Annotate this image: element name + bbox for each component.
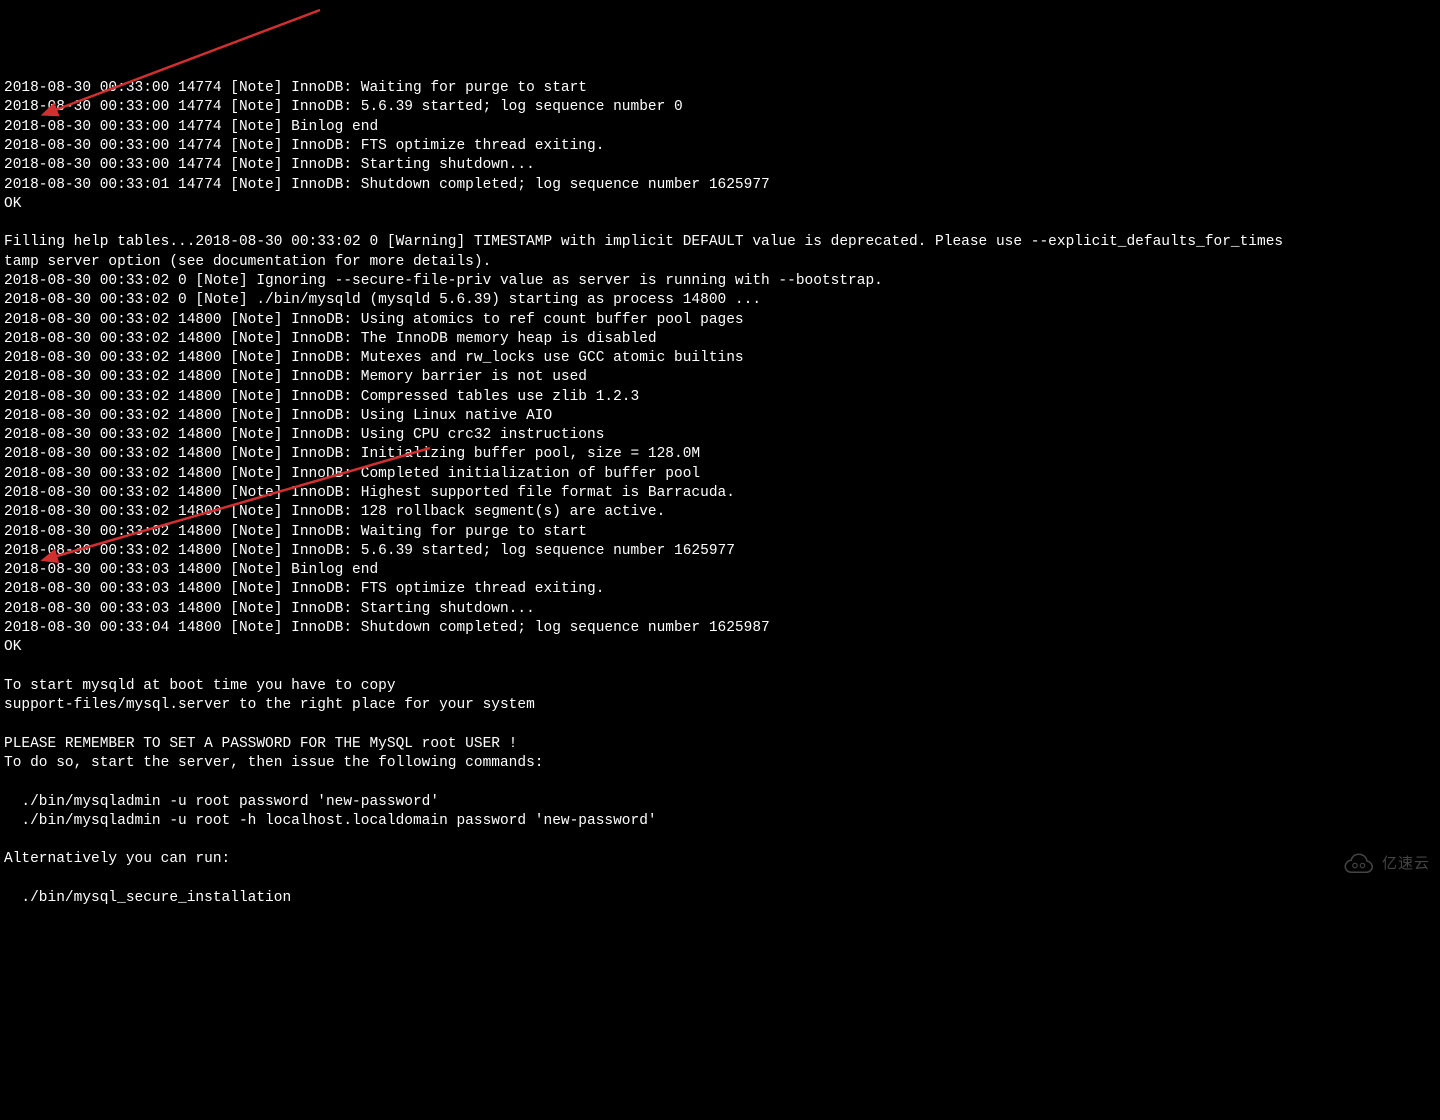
terminal-line: 2018-08-30 00:33:02 14800 [Note] InnoDB:… bbox=[4, 311, 1436, 330]
terminal-line: 2018-08-30 00:33:03 14800 [Note] Binlog … bbox=[4, 561, 1436, 580]
terminal-line: support-files/mysql.server to the right … bbox=[4, 696, 1436, 715]
terminal-line: OK bbox=[4, 638, 1436, 657]
terminal-line: To do so, start the server, then issue t… bbox=[4, 754, 1436, 773]
terminal-line bbox=[4, 715, 1436, 734]
terminal-line: 2018-08-30 00:33:02 0 [Note] Ignoring --… bbox=[4, 272, 1436, 291]
terminal-line: 2018-08-30 00:33:02 0 [Note] ./bin/mysql… bbox=[4, 291, 1436, 310]
terminal-line: 2018-08-30 00:33:02 14800 [Note] InnoDB:… bbox=[4, 388, 1436, 407]
terminal-line: 2018-08-30 00:33:01 14774 [Note] InnoDB:… bbox=[4, 176, 1436, 195]
terminal-line: 2018-08-30 00:33:02 14800 [Note] InnoDB:… bbox=[4, 542, 1436, 561]
watermark-text: 亿速云 bbox=[1382, 854, 1430, 874]
terminal-line bbox=[4, 658, 1436, 677]
terminal-line bbox=[4, 773, 1436, 792]
terminal-line: ./bin/mysqladmin -u root -h localhost.lo… bbox=[4, 812, 1436, 831]
terminal-line: 2018-08-30 00:33:02 14800 [Note] InnoDB:… bbox=[4, 523, 1436, 542]
terminal-line: tamp server option (see documentation fo… bbox=[4, 253, 1436, 272]
terminal-line: 2018-08-30 00:33:02 14800 [Note] InnoDB:… bbox=[4, 445, 1436, 464]
terminal-line: To start mysqld at boot time you have to… bbox=[4, 677, 1436, 696]
terminal-line: 2018-08-30 00:33:02 14800 [Note] InnoDB:… bbox=[4, 503, 1436, 522]
terminal-line: 2018-08-30 00:33:02 14800 [Note] InnoDB:… bbox=[4, 349, 1436, 368]
terminal-line: 2018-08-30 00:33:00 14774 [Note] Binlog … bbox=[4, 118, 1436, 137]
terminal-line: 2018-08-30 00:33:00 14774 [Note] InnoDB:… bbox=[4, 137, 1436, 156]
terminal-line: 2018-08-30 00:33:00 14774 [Note] InnoDB:… bbox=[4, 79, 1436, 98]
terminal-line: ./bin/mysql_secure_installation bbox=[4, 889, 1436, 908]
terminal-line: Filling help tables...2018-08-30 00:33:0… bbox=[4, 233, 1436, 252]
terminal-line: 2018-08-30 00:33:02 14800 [Note] InnoDB:… bbox=[4, 465, 1436, 484]
terminal-line: 2018-08-30 00:33:00 14774 [Note] InnoDB:… bbox=[4, 156, 1436, 175]
terminal-line: 2018-08-30 00:33:02 14800 [Note] InnoDB:… bbox=[4, 484, 1436, 503]
terminal-line bbox=[4, 214, 1436, 233]
watermark: 亿速云 bbox=[1340, 852, 1430, 876]
terminal-line: 2018-08-30 00:33:03 14800 [Note] InnoDB:… bbox=[4, 580, 1436, 599]
terminal-line bbox=[4, 870, 1436, 889]
terminal-line: OK bbox=[4, 195, 1436, 214]
terminal-line: Alternatively you can run: bbox=[4, 850, 1436, 869]
terminal-line bbox=[4, 831, 1436, 850]
terminal-line: 2018-08-30 00:33:02 14800 [Note] InnoDB:… bbox=[4, 368, 1436, 387]
terminal-line: 2018-08-30 00:33:02 14800 [Note] InnoDB:… bbox=[4, 330, 1436, 349]
terminal-output[interactable]: 2018-08-30 00:33:00 14774 [Note] InnoDB:… bbox=[4, 79, 1436, 908]
terminal-line: 2018-08-30 00:33:02 14800 [Note] InnoDB:… bbox=[4, 426, 1436, 445]
terminal-line: PLEASE REMEMBER TO SET A PASSWORD FOR TH… bbox=[4, 735, 1436, 754]
terminal-line: ./bin/mysqladmin -u root password 'new-p… bbox=[4, 793, 1436, 812]
cloud-icon bbox=[1340, 852, 1376, 876]
terminal-line: 2018-08-30 00:33:02 14800 [Note] InnoDB:… bbox=[4, 407, 1436, 426]
terminal-line: 2018-08-30 00:33:04 14800 [Note] InnoDB:… bbox=[4, 619, 1436, 638]
terminal-line: 2018-08-30 00:33:03 14800 [Note] InnoDB:… bbox=[4, 600, 1436, 619]
terminal-line: 2018-08-30 00:33:00 14774 [Note] InnoDB:… bbox=[4, 98, 1436, 117]
